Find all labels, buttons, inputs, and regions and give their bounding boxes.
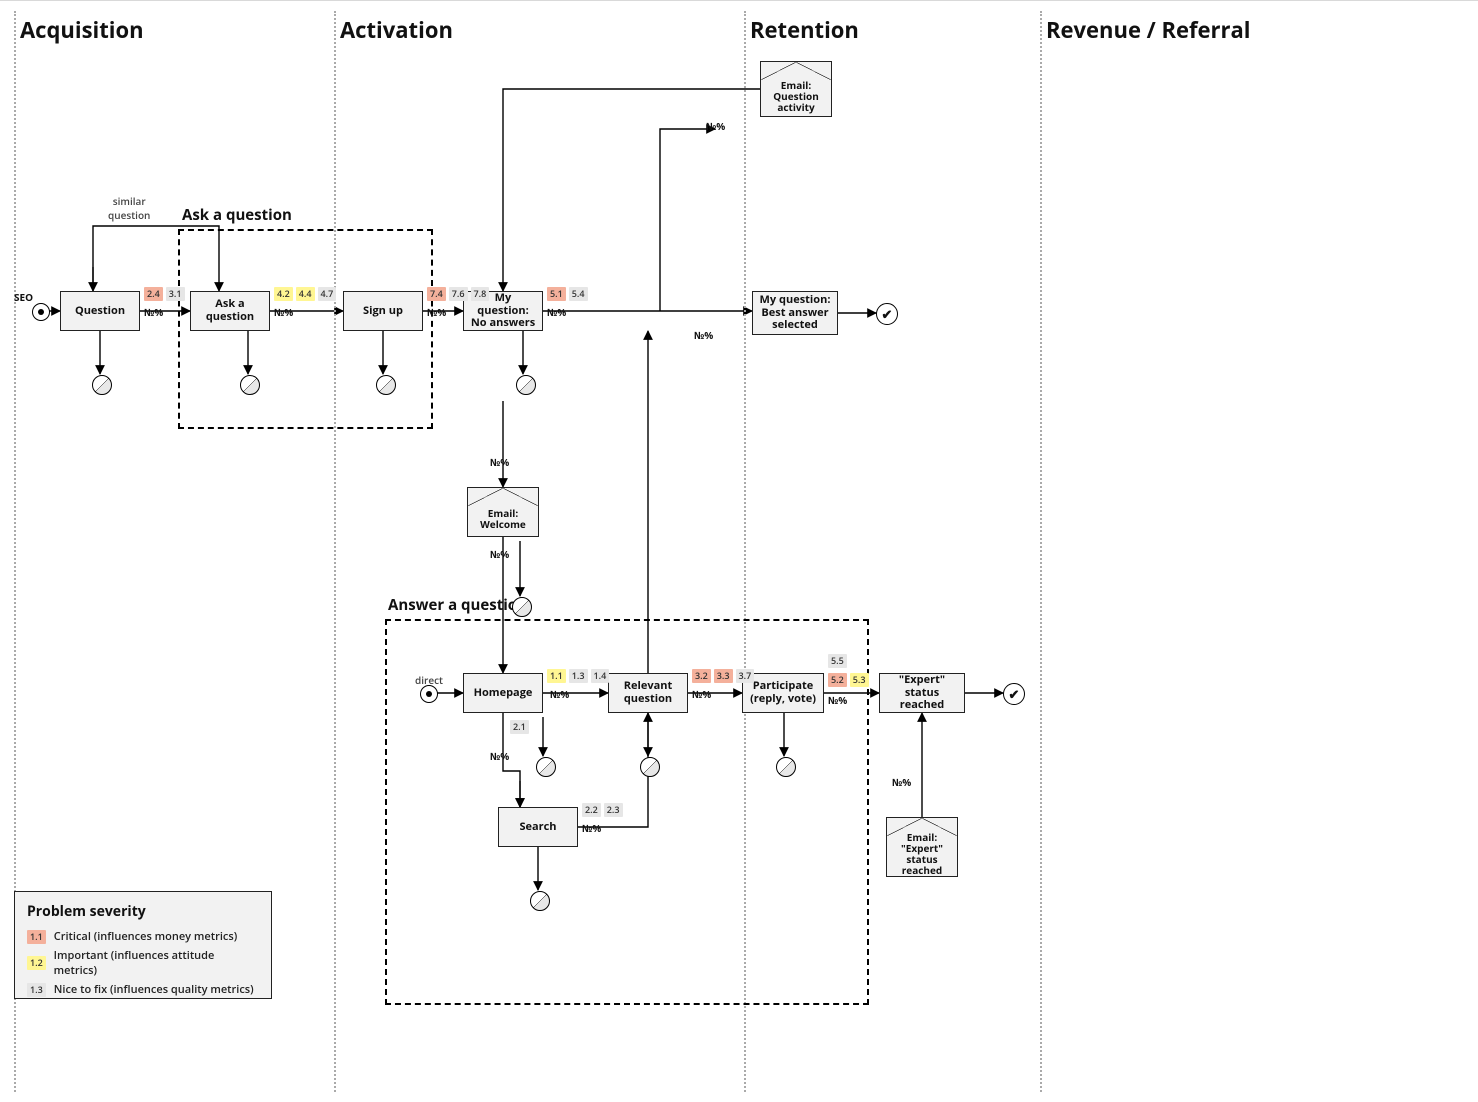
badges-question: 2.43.1 xyxy=(144,287,185,301)
node-relevant-question: Relevant question xyxy=(608,673,688,713)
stage-acquisition: Acquisition xyxy=(20,15,144,45)
badges-relevant: 3.23.33.7 xyxy=(692,669,754,683)
node-email-expert-status: Email: "Expert" status reached xyxy=(886,817,958,877)
severity-badge: 5.4 xyxy=(569,287,588,301)
pct-participate: №% xyxy=(828,693,847,707)
severity-badge: 3.7 xyxy=(736,669,755,683)
node-search: Search xyxy=(498,807,578,847)
severity-badge: 4.7 xyxy=(318,287,337,301)
node-expert-status: "Expert" status reached xyxy=(879,673,965,713)
entry-direct xyxy=(420,685,438,703)
severity-badge: 5.2 xyxy=(828,673,847,687)
pct-ask: №% xyxy=(274,305,293,319)
badges-participate-top: 5.5 xyxy=(828,654,847,668)
badges-my-question: 5.15.4 xyxy=(547,287,588,301)
pct-to-best: №% xyxy=(694,328,713,342)
dropoff-my-question xyxy=(516,375,536,395)
legend-text-important: Important (influences attitude metrics) xyxy=(54,948,259,978)
pct-search: №% xyxy=(582,821,601,835)
severity-badge: 4.2 xyxy=(274,287,293,301)
pct-expert-email: №% xyxy=(892,775,911,789)
node-email-question-activity: Email: Question activity xyxy=(760,61,832,117)
goal-best-answer: ✔ xyxy=(876,303,898,325)
severity-badge: 1.4 xyxy=(591,669,610,683)
pct-question: №% xyxy=(144,305,163,319)
goal-expert-status: ✔ xyxy=(1003,683,1025,705)
severity-badge: 7.6 xyxy=(449,287,468,301)
severity-badge: 5.5 xyxy=(828,654,847,668)
dropoff-search xyxy=(530,891,550,911)
node-my-question-best: My question: Best answer selected xyxy=(752,291,838,335)
dropoff-relevant xyxy=(640,757,660,777)
legend-row-nice: 1.3 Nice to fix (influences quality metr… xyxy=(27,982,259,997)
severity-badge: 7.8 xyxy=(471,287,490,301)
node-question: Question xyxy=(60,291,140,331)
severity-badge: 7.4 xyxy=(427,287,446,301)
dropoff-ask xyxy=(240,375,260,395)
pct-my-question: №% xyxy=(547,305,566,319)
badges-ask: 4.24.44.7 xyxy=(274,287,336,301)
severity-badge: 2.3 xyxy=(604,803,623,817)
node-ask-a-question: Ask a question xyxy=(190,291,270,331)
severity-badge: 5.1 xyxy=(547,287,566,301)
legend-badge-important: 1.2 xyxy=(27,956,46,970)
stage-revenue: Revenue / Referral xyxy=(1046,15,1251,45)
node-participate: Participate (reply, vote) xyxy=(742,673,824,713)
badges-search: 2.22.3 xyxy=(582,803,623,817)
severity-badge: 1.3 xyxy=(569,669,588,683)
group-label-ask: Ask a question xyxy=(182,205,292,225)
legend-badge-critical: 1.1 xyxy=(27,930,46,944)
severity-badge: 3.1 xyxy=(166,287,185,301)
dropoff-question xyxy=(92,375,112,395)
pct-email-qactivity: №% xyxy=(706,119,725,133)
severity-badge: 2.4 xyxy=(144,287,163,301)
legend-title: Problem severity xyxy=(27,902,259,921)
badges-homepage-down: 2.1 xyxy=(510,720,529,734)
dropoff-signup xyxy=(376,375,396,395)
pct-welcome-out: №% xyxy=(490,547,509,561)
entry-seo xyxy=(32,303,50,321)
legend-badge-nice: 1.3 xyxy=(27,983,46,997)
dropoff-participate xyxy=(776,757,796,777)
pct-homepage-down: №% xyxy=(490,749,509,763)
severity-badge: 2.2 xyxy=(582,803,601,817)
label-direct: direct xyxy=(415,673,443,687)
severity-badge: 3.3 xyxy=(714,669,733,683)
dropoff-homepage xyxy=(536,757,556,777)
stage-sep-revenue xyxy=(1040,11,1042,1092)
badges-participate: 5.25.3 xyxy=(828,673,869,687)
group-label-answer: Answer a question xyxy=(388,595,527,615)
legend-text-nice: Nice to fix (influences quality metrics) xyxy=(54,982,254,997)
dropoff-welcome xyxy=(512,597,532,617)
label-seo: SEO xyxy=(14,290,33,304)
legend-problem-severity: Problem severity 1.1 Critical (influence… xyxy=(14,891,272,999)
node-email-welcome: Email: Welcome xyxy=(467,487,539,537)
label-similar-question: similar question xyxy=(108,194,150,222)
severity-badge: 3.2 xyxy=(692,669,711,683)
badges-homepage: 1.11.31.4 xyxy=(547,669,609,683)
severity-badge: 4.4 xyxy=(296,287,315,301)
node-homepage: Homepage xyxy=(463,673,543,713)
diagram-canvas: Acquisition Activation Retention Revenue… xyxy=(0,0,1478,1102)
severity-badge: 1.1 xyxy=(547,669,566,683)
severity-badge: 2.1 xyxy=(510,720,529,734)
severity-badge: 5.3 xyxy=(850,673,869,687)
pct-homepage: №% xyxy=(550,687,569,701)
pct-signup: №% xyxy=(427,305,446,319)
node-sign-up: Sign up xyxy=(343,291,423,331)
legend-row-important: 1.2 Important (influences attitude metri… xyxy=(27,948,259,978)
stage-retention: Retention xyxy=(750,15,859,45)
stage-sep-activation xyxy=(334,11,336,1092)
stage-activation: Activation xyxy=(340,15,453,45)
legend-row-critical: 1.1 Critical (influences money metrics) xyxy=(27,929,259,944)
badges-signup: 7.47.67.8 xyxy=(427,287,489,301)
pct-welcome-in: №% xyxy=(490,455,509,469)
pct-relevant: №% xyxy=(692,687,711,701)
legend-text-critical: Critical (influences money metrics) xyxy=(54,929,237,944)
